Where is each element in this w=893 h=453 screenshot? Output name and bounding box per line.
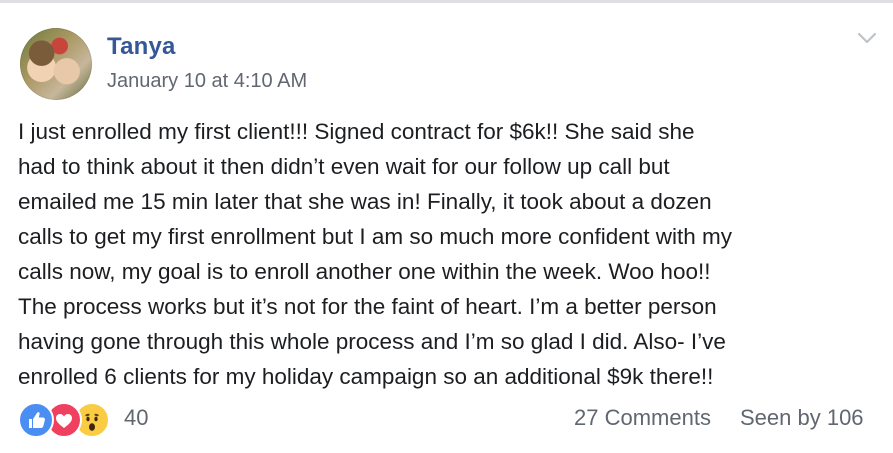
post-text-line: I just enrolled my first client!!! Signe…: [18, 119, 695, 144]
seen-by-count[interactable]: Seen by 106: [740, 405, 864, 431]
reaction-count[interactable]: 40: [124, 405, 148, 431]
post-footer: 40 27 Comments Seen by 106: [0, 398, 893, 442]
avatar[interactable]: [20, 28, 92, 100]
post-text-line: calls to get my first enrollment but I a…: [18, 224, 733, 249]
post-text-line: having gone through this whole process a…: [18, 329, 726, 354]
post-text-line: enrolled 6 clients for my holiday campai…: [18, 364, 714, 389]
post-top-border: [0, 0, 893, 3]
like-icon: [18, 402, 54, 438]
post-text-line: The process works but it’s not for the f…: [18, 294, 717, 319]
author-name[interactable]: Tanya: [107, 33, 176, 61]
comments-count[interactable]: 27 Comments: [574, 405, 711, 431]
post-text-line: had to think about it then didn’t even w…: [18, 154, 670, 179]
post-text-line: emailed me 15 min later that she was in!…: [18, 189, 712, 214]
post-timestamp[interactable]: January 10 at 4:10 AM: [107, 70, 307, 93]
post-text: I just enrolled my first client!!! Signe…: [18, 114, 878, 394]
post-text-line: calls now, my goal is to enroll another …: [18, 259, 711, 284]
chevron-down-icon[interactable]: [856, 30, 878, 46]
